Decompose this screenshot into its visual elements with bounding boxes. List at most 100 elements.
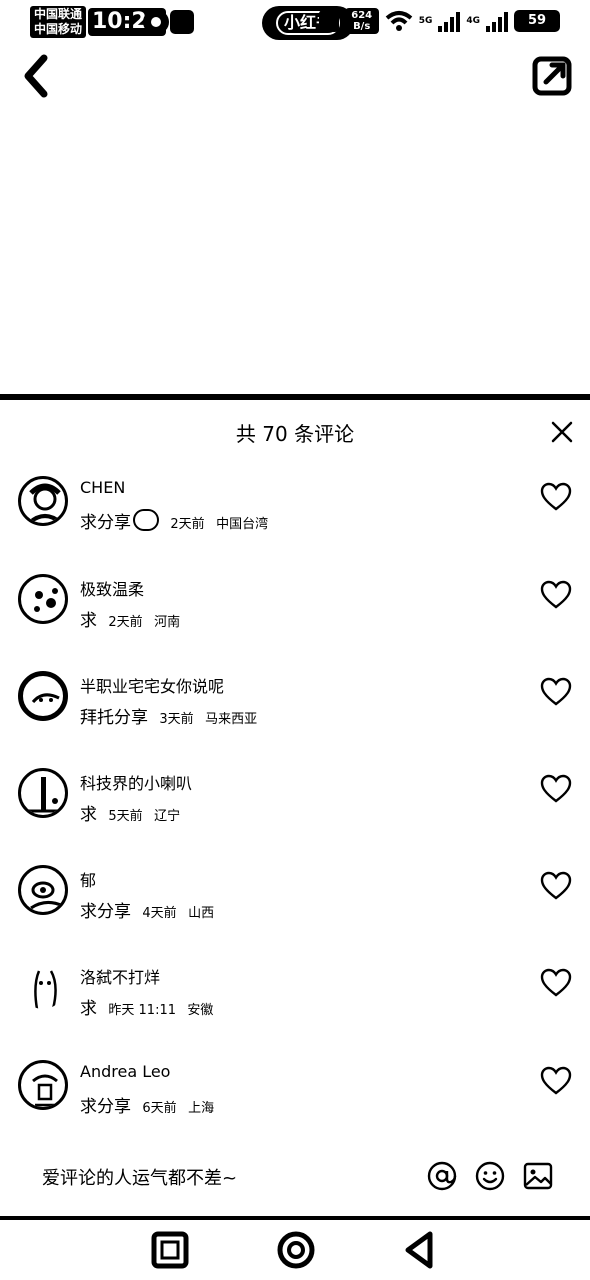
comment-time: 昨天 11:11 [108,1003,177,1018]
comment-item[interactable]: CHEN 求分享 2天前 中国台湾 [0,468,590,548]
comment-author[interactable]: 科技界的小喇叭 [80,770,192,794]
chevron-left-icon [24,54,48,98]
triangle-back-icon [405,1231,433,1269]
comment-text: 求分享 [80,513,131,533]
system-indicators: 624 B/s 5G 4G 59 [318,8,560,34]
avatar[interactable] [18,574,68,624]
comment-location: 辽宁 [154,809,181,824]
comment-time: 2天前 [108,615,143,630]
recent-apps-button[interactable] [150,1230,190,1270]
external-share-icon [532,56,572,96]
wifi-icon [385,11,412,31]
battery-icon: 59 [514,10,560,32]
emoji-button[interactable] [474,1160,506,1192]
like-button[interactable] [540,482,572,512]
comment-location: 上海 [188,1101,215,1116]
comment-location: 中国台湾 [216,517,269,532]
home-button[interactable] [276,1230,316,1270]
comment-time: 2天前 [170,517,205,532]
comment-text: 求 [80,611,97,631]
comment-text: 求分享 [80,1097,131,1117]
comment-author[interactable]: 半职业宅宅女你说呢 [80,673,224,697]
comment-input[interactable]: 爱评论的人运气都不差~ [42,1164,237,1190]
close-icon [551,421,573,443]
comment-time: 3天前 [159,712,194,727]
carrier-2: 中国移动 [34,22,83,36]
eye-comfort-icon [143,10,169,34]
like-button[interactable] [540,871,572,901]
heart-icon [540,968,572,997]
signal-1-icon [438,10,461,32]
comment-item[interactable]: 科技界的小喇叭 求 5天前 辽宁 [0,760,590,840]
heart-icon [540,482,572,511]
at-icon [427,1161,457,1191]
comments-count-title: 共 70 条评论 [235,422,355,446]
comment-input-bar: 爱评论的人运气都不差~ [0,1154,590,1200]
signal-2-icon [486,10,508,32]
sheet-top-border [0,394,590,400]
close-button[interactable] [548,418,576,446]
image-icon [523,1162,553,1190]
back-nav-button[interactable] [400,1230,440,1270]
like-button[interactable] [540,580,572,610]
comment-text: 拜托分享 [80,708,148,728]
like-button[interactable] [540,774,572,804]
alarm-icon [170,10,194,34]
comment-body: 求分享 6天前 上海 [80,1092,214,1117]
comment-body: 求 昨天 11:11 安徽 [80,994,213,1019]
comment-body: 求分享 2天前 中国台湾 [80,508,268,533]
comment-location: 马来西亚 [205,712,258,727]
avatar[interactable] [18,768,68,818]
comment-author[interactable]: Andrea Leo [80,1062,170,1081]
comment-time: 4天前 [142,906,177,921]
avatar[interactable] [18,865,68,915]
status-bar: 中国联通 中国移动 10:21 小红书 624 B/s 5G 4G 59 [0,0,590,48]
like-button[interactable] [540,968,572,998]
heart-icon [540,871,572,900]
carrier-labels: 中国联通 中国移动 [30,6,87,38]
system-nav-bar [0,1216,590,1280]
comment-body: 拜托分享 3天前 马来西亚 [80,703,257,728]
avatar[interactable] [18,962,68,1012]
comment-time: 6天前 [142,1101,177,1116]
heart-icon [540,580,572,609]
smiley-icon [475,1161,505,1191]
comment-body: 求 2天前 河南 [80,606,180,631]
like-button[interactable] [540,1066,572,1096]
heart-icon [540,1066,572,1095]
comment-item[interactable]: 极致温柔 求 2天前 河南 [0,566,590,646]
signal-2-label: 4G [466,16,480,26]
square-icon [151,1231,189,1269]
comment-item[interactable]: Andrea Leo 求分享 6天前 上海 [0,1052,590,1132]
comment-text: 求 [80,999,97,1019]
comment-author[interactable]: 洛弑不打烊 [80,964,160,988]
comment-location: 山西 [188,906,215,921]
carrier-1: 中国联通 [34,7,83,21]
comment-body: 求分享 4天前 山西 [80,897,214,922]
comment-author[interactable]: CHEN [80,478,125,497]
like-button[interactable] [540,677,572,707]
comment-item[interactable]: 洛弑不打烊 求 昨天 11:11 安徽 [0,954,590,1034]
mention-button[interactable] [426,1160,458,1192]
avatar[interactable] [18,476,68,526]
comments-header: 共 70 条评论 [0,404,590,456]
comment-body: 求 5天前 辽宁 [80,800,180,825]
comment-text: 求分享 [80,902,131,922]
share-button[interactable] [530,54,574,98]
vibrate-icon [318,10,339,32]
heart-icon [540,774,572,803]
comment-item[interactable]: 郁 求分享 4天前 山西 [0,857,590,937]
image-button[interactable] [522,1160,554,1192]
comment-author[interactable]: 郁 [80,867,96,891]
avatar[interactable] [18,671,68,721]
back-button[interactable] [18,54,58,98]
emoji-sticker-icon [133,509,159,531]
comment-location: 河南 [154,615,181,630]
comment-time: 5天前 [108,809,143,824]
comment-author[interactable]: 极致温柔 [80,576,144,600]
comment-item[interactable]: 半职业宅宅女你说呢 拜托分享 3天前 马来西亚 [0,663,590,743]
comment-text: 求 [80,805,97,825]
avatar[interactable] [18,1060,68,1110]
circle-icon [277,1231,315,1269]
signal-1-label: 5G [418,16,433,26]
